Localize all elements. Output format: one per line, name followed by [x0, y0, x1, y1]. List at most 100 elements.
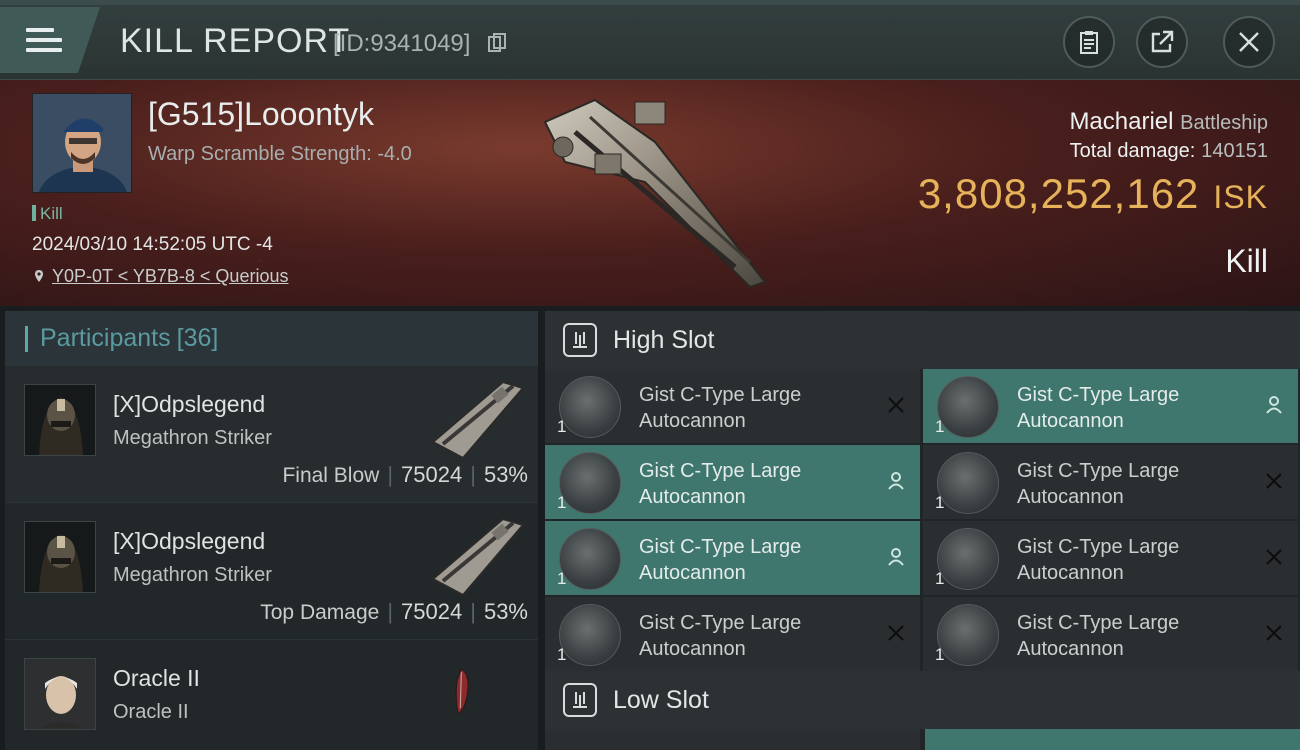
- autocannon-icon: [559, 452, 621, 514]
- kill-tag-label: Kill: [40, 204, 63, 223]
- participant-ship-image: [431, 517, 525, 597]
- autocannon-icon: [559, 376, 621, 438]
- participant-avatar: [24, 384, 96, 456]
- high-slot-header: High Slot: [545, 311, 1300, 369]
- location-link[interactable]: Y0P-0T < YB7B-8 < Querious: [52, 266, 288, 286]
- participant-name: Oracle II: [113, 665, 200, 691]
- module-name-line1: Gist C-Type Large: [639, 536, 802, 558]
- module-name: Gist C-Type Large Autocannon: [639, 534, 801, 586]
- module-quantity: 1: [557, 569, 567, 588]
- location-pin-icon: [35, 270, 43, 282]
- low-slot-icon: [563, 683, 597, 717]
- module-name: Gist C-Type Large Autocannon: [639, 458, 801, 510]
- fitting-panel: High Slot 1 Gist C-Type Large Autocannon 1 G…: [545, 311, 1300, 750]
- module-slot[interactable]: 1 Gist C-Type Large Autocannon: [545, 521, 920, 595]
- module-name: Gist C-Type Large Autocannon: [1017, 534, 1179, 586]
- participant-stats: Top Damage | 75024 | 53%: [260, 599, 528, 624]
- total-damage-label: Total damage:: [1069, 140, 1196, 162]
- high-slot-label: High Slot: [613, 325, 715, 354]
- menu-button[interactable]: [0, 7, 100, 73]
- page-title: KILL REPORT: [120, 22, 351, 60]
- participant-avatar: [24, 658, 96, 730]
- participants-accent: [25, 325, 28, 352]
- module-name: Gist C-Type Large Autocannon: [639, 382, 801, 434]
- destroyed-x-icon: [1266, 549, 1282, 565]
- module-name-line2: Autocannon: [1017, 410, 1124, 432]
- participants-header: Participants [36]: [5, 311, 538, 366]
- low-slot-label: Low Slot: [613, 685, 709, 714]
- participant-percent: 53%: [483, 599, 528, 624]
- module-quantity: 1: [935, 493, 945, 512]
- destroyed-x-icon: [1266, 625, 1282, 641]
- victim-name[interactable]: [G515]Looontyk: [148, 96, 374, 133]
- kill-timestamp: 2024/03/10 14:52:05 UTC -4: [32, 234, 273, 255]
- helmet-portrait-icon: [25, 522, 95, 592]
- module-name-line2: Autocannon: [639, 410, 746, 432]
- participant-stat-label: Top Damage: [260, 601, 380, 624]
- module-quantity: 1: [935, 645, 945, 664]
- module-name-line2: Autocannon: [1017, 486, 1124, 508]
- victim-ship-image: [543, 98, 767, 289]
- participants-panel: Participants [36] [X]Odpslegend Megathro…: [5, 311, 538, 750]
- module-slot[interactable]: 1 Gist C-Type Large Autocannon: [923, 521, 1298, 595]
- autocannon-icon: [937, 604, 999, 666]
- autocannon-icon: [937, 452, 999, 514]
- participant-ship: Oracle II: [113, 701, 189, 723]
- close-button[interactable]: [1223, 16, 1275, 68]
- module-name-line1: Gist C-Type Large: [639, 384, 802, 406]
- clipboard-icon: [1080, 31, 1098, 54]
- victim-summary: [G515]Looontyk Warp Scramble Strength: -…: [0, 80, 1300, 306]
- module-quantity: 1: [935, 417, 945, 436]
- participant-percent: 53%: [483, 462, 528, 487]
- module-name-line2: Autocannon: [1017, 638, 1124, 660]
- participant-ship-image: [455, 667, 469, 715]
- module-slot[interactable]: 1 Gist C-Type Large Autocannon: [545, 369, 920, 443]
- participant-name: [X]Odpslegend: [113, 391, 266, 417]
- victim-ship[interactable]: Machariel Battleship: [1069, 108, 1268, 136]
- participant-ship: Megathron Striker: [113, 427, 272, 449]
- module-slot[interactable]: 1 Gist C-Type Large Autocannon: [923, 369, 1298, 443]
- total-damage: Total damage: 140151: [1070, 140, 1268, 163]
- isk-unit: ISK: [1213, 179, 1268, 215]
- high-slot-icon: [563, 323, 597, 357]
- module-slot[interactable]: 1 Gist C-Type Large Autocannon: [923, 445, 1298, 519]
- participant-stat-label: Final Blow: [282, 464, 380, 487]
- dropped-person-icon: [888, 472, 904, 490]
- module-name-line1: Gist C-Type Large: [639, 460, 802, 482]
- module-name-line2: Autocannon: [639, 562, 746, 584]
- kill-tag: Kill: [32, 204, 63, 224]
- autocannon-icon: [937, 528, 999, 590]
- participant-ship-image: [431, 380, 525, 460]
- participant-row[interactable]: [X]Odpslegend Megathron Striker Top Dama…: [5, 503, 538, 640]
- participant-stats: Final Blow | 75024 | 53%: [282, 462, 528, 487]
- module-name-line2: Autocannon: [1017, 562, 1124, 584]
- copy-icon[interactable]: [488, 33, 506, 53]
- low-slot-header: Low Slot: [545, 671, 1300, 729]
- participant-ship: Megathron Striker: [113, 564, 272, 586]
- close-icon: [1239, 32, 1259, 52]
- clipboard-button[interactable]: [1063, 16, 1115, 68]
- low-slot-modules-peek: [545, 729, 1300, 750]
- pilot-portrait-icon: [33, 94, 131, 192]
- module-name-line1: Gist C-Type Large: [1017, 536, 1180, 558]
- participant-avatar: [24, 521, 96, 593]
- kill-location[interactable]: Y0P-0T < YB7B-8 < Querious: [32, 266, 288, 287]
- module-slot[interactable]: 1 Gist C-Type Large Autocannon: [923, 597, 1298, 671]
- victim-portrait[interactable]: [32, 93, 132, 193]
- destroyed-x-icon: [888, 625, 904, 641]
- module-slot[interactable]: 1 Gist C-Type Large Autocannon: [545, 445, 920, 519]
- helmet-portrait-icon: [25, 385, 95, 455]
- module-name: Gist C-Type Large Autocannon: [1017, 382, 1179, 434]
- participant-row[interactable]: Oracle II Oracle II: [5, 640, 538, 750]
- module-slot[interactable]: 1 Gist C-Type Large Autocannon: [545, 597, 920, 671]
- module-name-line2: Autocannon: [639, 638, 746, 660]
- dropped-person-icon: [888, 548, 904, 566]
- victim-ship-class: Battleship: [1180, 112, 1268, 134]
- participant-name: [X]Odpslegend: [113, 528, 266, 554]
- participant-damage: 75024: [401, 462, 463, 487]
- participant-row[interactable]: [X]Odpslegend Megathron Striker Final Bl…: [5, 366, 538, 503]
- module-quantity: 1: [935, 569, 945, 588]
- share-button[interactable]: [1136, 16, 1188, 68]
- module-name-line1: Gist C-Type Large: [1017, 612, 1180, 634]
- module-name: Gist C-Type Large Autocannon: [1017, 610, 1179, 662]
